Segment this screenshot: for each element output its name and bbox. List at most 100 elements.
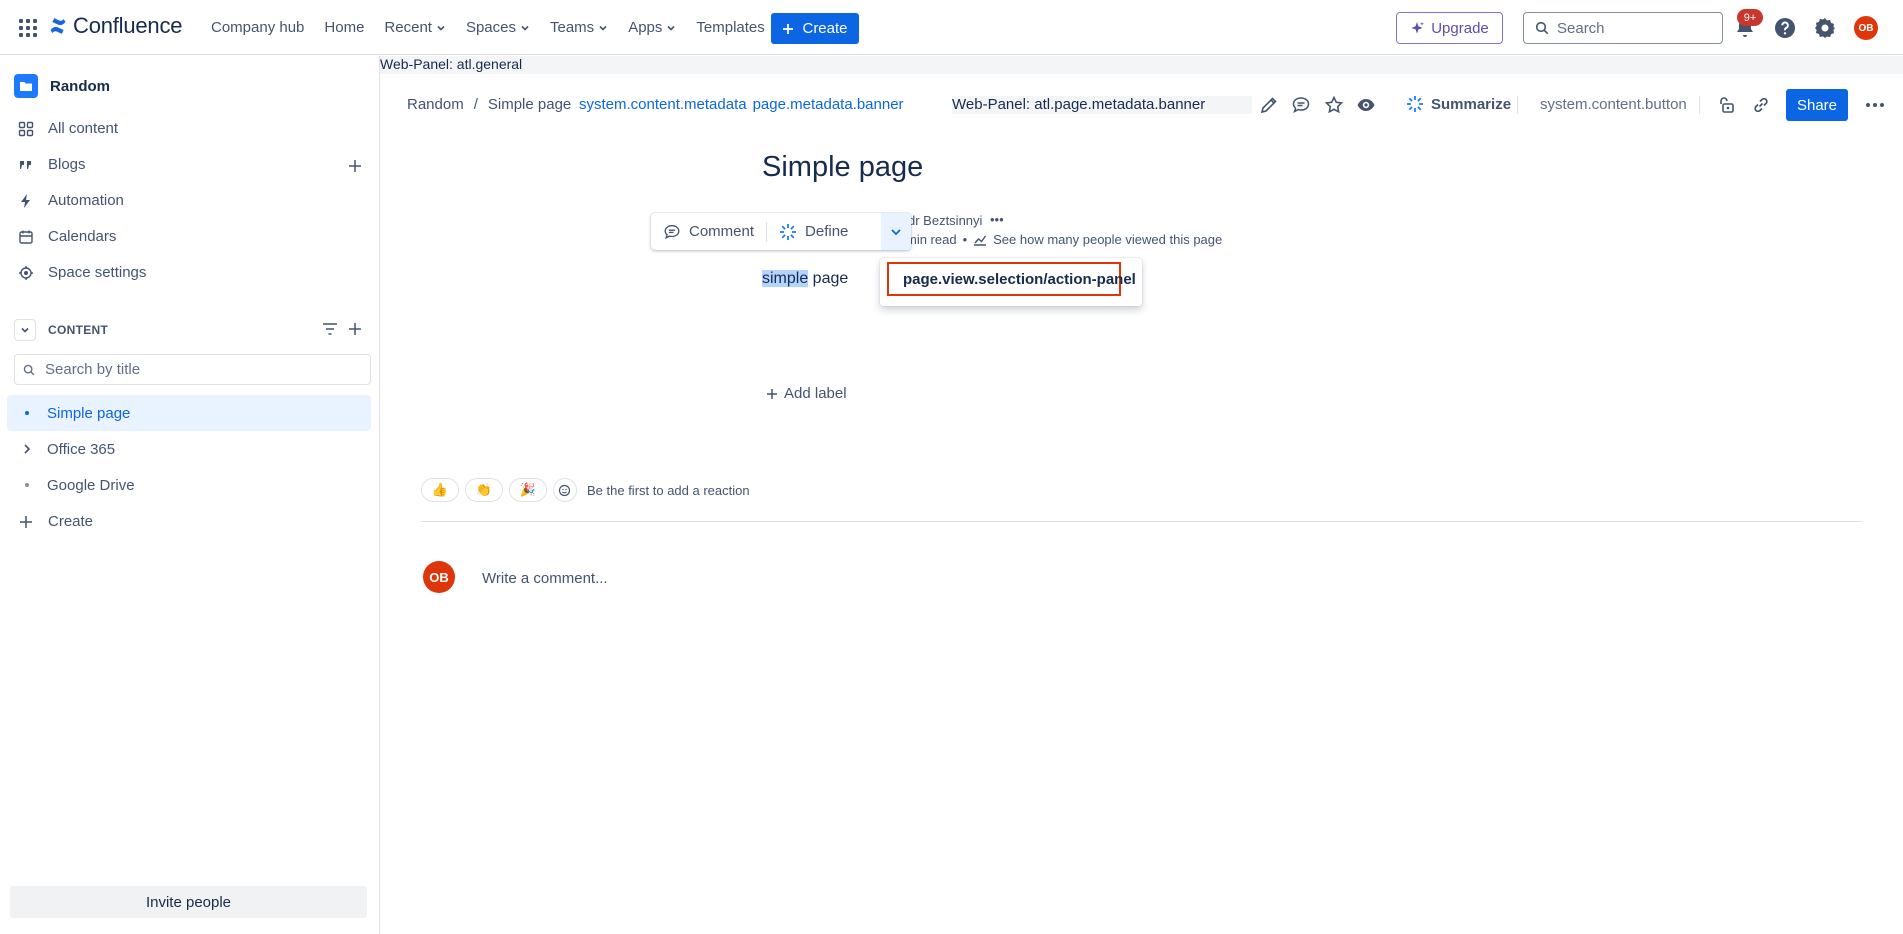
breadcrumb-simple-page[interactable]: Simple page [488, 96, 571, 113]
collapse-content-button[interactable] [14, 319, 36, 341]
nav-label: Spaces [465, 19, 516, 36]
add-label-button[interactable]: Add label [766, 385, 847, 402]
system-content-metadata-link[interactable]: system.content.metadata [579, 96, 747, 113]
app-switcher-icon[interactable] [18, 18, 38, 38]
sidebar-item-all-content[interactable]: All content [18, 120, 118, 137]
settings-icon[interactable] [1813, 16, 1837, 40]
help-icon[interactable] [1773, 16, 1797, 40]
filter-icon[interactable] [321, 320, 339, 338]
nav-recent[interactable]: Recent [384, 19, 446, 36]
more-selection-actions-button[interactable] [881, 213, 911, 250]
space-name: Random [50, 77, 110, 95]
plus-icon [767, 388, 777, 399]
more-actions-icon[interactable] [1864, 95, 1886, 115]
nav-label: Company hub [211, 19, 305, 36]
brand-name: Confluence [73, 13, 183, 38]
selection-toolbar: Comment Define [651, 213, 911, 250]
sidebar-create[interactable]: Create [18, 513, 93, 530]
byline-more-icon[interactable]: ••• [990, 212, 1004, 227]
chevron-down-icon [891, 228, 901, 235]
comment-avatar: OB [423, 561, 455, 593]
tree-item-google-drive[interactable]: Google Drive [7, 467, 371, 503]
upgrade-label: Upgrade [1431, 19, 1489, 37]
sidebar-create-label: Create [48, 513, 94, 530]
sidebar-item-automation[interactable]: Automation [18, 192, 124, 209]
confluence-logo[interactable]: Confluence [49, 13, 183, 39]
notification-badge: 9+ [1737, 9, 1763, 26]
nav-apps[interactable]: Apps [628, 19, 676, 36]
inline-comment-button[interactable]: Comment [651, 213, 766, 250]
sidebar-item-space-settings[interactable]: Space settings [18, 264, 146, 281]
toolbar-divider [1699, 96, 1700, 114]
nav-label: Apps [628, 19, 663, 36]
invite-people-button[interactable]: Invite people [10, 886, 367, 918]
star-icon[interactable] [1324, 95, 1344, 115]
web-panel-general-label: Web-Panel: atl.general [380, 56, 523, 72]
watch-icon[interactable] [1356, 95, 1376, 115]
nav-label: Templates [696, 19, 765, 36]
calendar-icon [19, 230, 33, 244]
define-button[interactable]: Define [767, 213, 860, 250]
summarize-label: Summarize [1431, 95, 1512, 113]
reaction-clap[interactable]: 👏 [465, 478, 503, 502]
sidebar-item-label: All content [48, 120, 119, 137]
tree-item-label: Google Drive [47, 476, 135, 494]
summarize-button[interactable]: Summarize [1406, 95, 1511, 113]
system-content-button[interactable]: system.content.button [1540, 96, 1687, 113]
add-blog-icon[interactable] [347, 158, 363, 174]
add-label-text: Add label [784, 385, 847, 402]
nav-teams[interactable]: Teams [550, 19, 608, 36]
ai-sparkle-icon [780, 223, 797, 240]
sidebar-item-calendars[interactable]: Calendars [18, 228, 116, 245]
body-text: page [808, 270, 849, 287]
nav-templates[interactable]: Templates [696, 19, 764, 36]
action-panel-item[interactable]: page.view.selection/action-panel [887, 262, 1136, 296]
search-by-title-input[interactable]: Search by title [14, 354, 371, 385]
space-header[interactable]: Random [14, 74, 110, 98]
comment-icon[interactable] [1291, 95, 1311, 115]
comment-input[interactable]: Write a comment... [482, 570, 608, 587]
page-metadata-banner-link[interactable]: page.metadata.banner [753, 96, 904, 113]
chevron-right-icon[interactable] [21, 443, 33, 455]
sidebar: Random All content Blogs Automation Cale… [0, 56, 380, 934]
byline-author[interactable]: dr Beztsinnyi [908, 213, 982, 228]
plus-icon [20, 515, 32, 528]
chevron-down-icon [667, 25, 675, 31]
selection-actions-dropdown: page.view.selection/action-panel [880, 258, 1142, 306]
user-avatar[interactable]: OB [1854, 16, 1878, 40]
tree-item-simple-page[interactable]: Simple page [7, 395, 371, 431]
add-reaction-button[interactable] [553, 478, 577, 502]
tree-item-office-365[interactable]: Office 365 [7, 431, 371, 467]
web-panel-general: Web-Panel: atl.general [380, 56, 1903, 74]
metadata-links: system.content.metadata page.metadata.ba… [579, 96, 904, 113]
quote-icon [20, 160, 31, 169]
breadcrumb-random[interactable]: Random [407, 96, 464, 113]
content-section-label: CONTENT [48, 323, 109, 337]
analytics-icon [974, 235, 987, 246]
selected-text: simple [762, 270, 809, 287]
reaction-prompt: Be the first to add a reaction [587, 482, 750, 498]
chevron-down-icon [521, 25, 529, 31]
page-views-link[interactable]: See how many people viewed this page [993, 232, 1222, 247]
add-content-icon[interactable] [347, 321, 363, 337]
sidebar-item-label: Blogs [48, 156, 86, 173]
create-label: Create [802, 20, 848, 37]
bullet-icon [25, 411, 29, 415]
link-icon[interactable] [1751, 95, 1771, 115]
share-button[interactable]: Share [1786, 89, 1848, 121]
nav-company-hub[interactable]: Company hub [211, 19, 304, 36]
upgrade-button[interactable]: Upgrade [1396, 12, 1503, 44]
page-body: simple page [762, 270, 848, 288]
comment-icon [664, 224, 680, 239]
reaction-thumbs-up[interactable]: 👍 [421, 478, 459, 502]
restrictions-unlock-icon[interactable] [1717, 95, 1737, 115]
nav-home[interactable]: Home [324, 19, 364, 36]
create-button[interactable]: Create [771, 13, 859, 44]
sidebar-item-blogs[interactable]: Blogs [18, 156, 86, 173]
search-input[interactable]: Search [1523, 12, 1723, 44]
page-title: Simple page [762, 151, 924, 183]
nav-spaces[interactable]: Spaces [466, 19, 530, 36]
edit-icon[interactable] [1259, 95, 1279, 115]
reaction-party[interactable]: 🎉 [509, 478, 547, 502]
chevron-down-icon [599, 25, 607, 31]
